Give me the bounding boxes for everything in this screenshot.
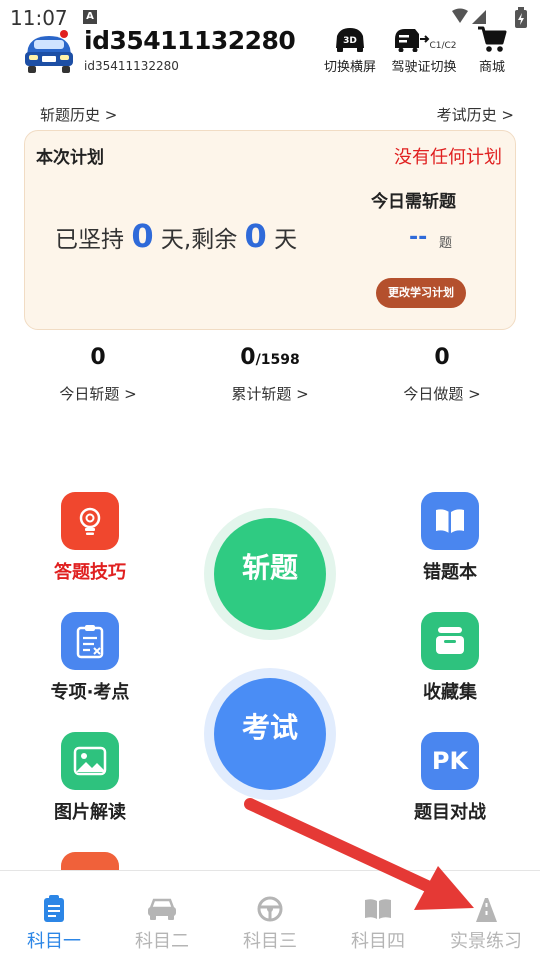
stat-today-questions[interactable]: 0 今日做题 > — [372, 345, 512, 404]
user-id: id35411132280 — [84, 59, 179, 73]
plan-title: 本次计划 — [36, 148, 104, 168]
shop-button[interactable]: 商城 — [470, 26, 514, 75]
tile-picture-reading[interactable]: 图片解读 — [30, 732, 150, 824]
image-icon — [61, 732, 119, 790]
nav-label: 实景练习 — [450, 931, 522, 952]
book-icon — [421, 492, 479, 550]
stat-value: 0/1598 — [240, 345, 300, 370]
shop-label: 商城 — [478, 60, 505, 75]
nav-label: 科目三 — [243, 931, 297, 952]
open-book-icon — [365, 899, 391, 919]
plan-card: 本次计划 没有任何计划 已坚持 0 天,剩余 0 天 今日需斩题 -- 题 更改… — [24, 130, 516, 330]
tile-special-topics[interactable]: 专项·考点 — [30, 612, 150, 704]
tile-label: 收藏集 — [423, 682, 477, 703]
switch-landscape-button[interactable]: 3D 切换横屏 — [317, 26, 383, 75]
tile-favorites[interactable]: 收藏集 — [390, 612, 510, 704]
nav-label: 科目二 — [135, 931, 189, 952]
practice-history-link[interactable]: 斩题历史 > — [40, 104, 117, 125]
stat-today-practice[interactable]: 0 今日斩题 > — [28, 345, 168, 404]
pk-icon-text: PK — [431, 747, 469, 775]
practice-label: 斩题 — [241, 551, 298, 584]
exam-button[interactable]: 考试 — [204, 668, 336, 800]
tile-label: 专项·考点 — [50, 682, 130, 703]
license-switch-button[interactable]: C1/C2 驾驶证切换 — [383, 26, 465, 75]
persist-prefix: 已坚持 — [55, 227, 124, 253]
car-icon — [148, 898, 176, 920]
notification-badge-icon: A — [83, 10, 97, 24]
license-switch-label: 驾驶证切换 — [391, 60, 457, 75]
license-switch-icon: C1/C2 — [395, 29, 457, 52]
nav-subject-four[interactable]: 科目四 — [324, 895, 432, 953]
remain-days: 0 — [244, 217, 267, 255]
need-label: 今日需斩题 — [371, 192, 456, 212]
tile-label: 题目对战 — [414, 802, 486, 823]
need-value: -- — [409, 225, 428, 250]
stat-value: 0 — [90, 345, 106, 370]
car-3d-icon-text: 3D — [343, 36, 357, 46]
tile-label: 错题本 — [423, 562, 477, 583]
exam-history-link[interactable]: 考试历史 > — [437, 104, 514, 125]
tile-wrong-book[interactable]: 错题本 — [390, 492, 510, 584]
partial-tile-icon[interactable] — [61, 852, 119, 870]
cart-icon — [478, 26, 507, 52]
switch-landscape-label: 切换横屏 — [323, 60, 376, 75]
stat-label: 累计斩题 > — [231, 385, 309, 403]
steering-wheel-icon — [257, 896, 283, 922]
tile-label: 图片解读 — [54, 802, 126, 823]
nav-label: 科目四 — [351, 931, 405, 952]
road-icon — [476, 898, 497, 922]
clipboard-icon — [61, 612, 119, 670]
wifi-icon — [452, 8, 486, 24]
tile-answer-tips[interactable]: 答题技巧 — [30, 492, 150, 584]
nav-label: 科目一 — [27, 931, 81, 952]
license-switch-icon-text: C1/C2 — [429, 41, 456, 51]
change-plan-button[interactable]: 更改学习计划 — [376, 278, 466, 308]
bottom-nav: 科目一 科目二 科目三 科目四 实景练习 — [0, 870, 540, 960]
nav-real-scene-practice[interactable]: 实景练习 — [432, 895, 540, 953]
box-icon — [421, 612, 479, 670]
nav-subject-two[interactable]: 科目二 — [108, 895, 216, 953]
avatar[interactable] — [22, 30, 76, 74]
practice-button[interactable]: 斩题 — [204, 508, 336, 640]
battery-icon — [515, 7, 527, 28]
car-3d-icon: 3D — [336, 28, 364, 52]
stat-label: 今日斩题 > — [59, 385, 137, 403]
nav-subject-one[interactable]: 科目一 — [0, 895, 108, 953]
plan-persist-text: 已坚持 0 天,剩余 0 天 — [55, 217, 297, 255]
tile-question-battle[interactable]: PK 题目对战 — [390, 732, 510, 824]
stat-value: 0 — [434, 345, 450, 370]
user-name: id35411132280 — [84, 26, 296, 55]
plan-status[interactable]: 没有任何计划 — [394, 143, 502, 169]
stat-total-practice[interactable]: 0/1598 累计斩题 > — [200, 345, 340, 404]
stat-label: 今日做题 > — [403, 385, 481, 403]
nav-subject-three[interactable]: 科目三 — [216, 895, 324, 953]
need-unit: 题 — [439, 236, 453, 251]
persist-days: 0 — [131, 217, 154, 255]
lightbulb-icon — [61, 492, 119, 550]
persist-suffix: 天 — [274, 227, 298, 253]
pk-icon: PK — [421, 732, 479, 790]
doc-icon — [44, 895, 64, 922]
persist-mid: 天,剩余 — [160, 227, 238, 253]
tile-label: 答题技巧 — [54, 562, 126, 583]
status-time: 11:07 — [10, 6, 68, 30]
exam-label: 考试 — [241, 711, 298, 744]
